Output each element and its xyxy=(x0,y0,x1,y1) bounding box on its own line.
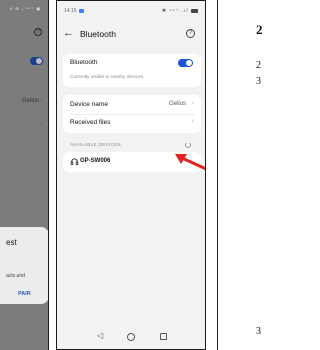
device-settings-card: Device name Gelius › Received files › xyxy=(63,95,201,133)
document-heading: 2 xyxy=(256,22,263,37)
column-divider xyxy=(217,0,218,350)
device-name-value: Gelius xyxy=(168,101,186,107)
nav-back-icon[interactable]: ◁ xyxy=(97,331,103,340)
document-line: 3 xyxy=(256,326,261,337)
available-device-name: GP-SW006 xyxy=(80,158,111,164)
left-status-bar: 0 ⊕ ᵻ ⁴⁶⁺ ▣ xyxy=(10,6,42,11)
bluetooth-label: Bluetooth xyxy=(70,59,98,66)
left-help-icon[interactable]: ? xyxy=(34,28,42,36)
status-bar: 14:15 ✱ ⁴⁶⁺ .ıl xyxy=(57,1,205,21)
device-name-label: Device name xyxy=(70,101,108,108)
pair-button[interactable]: PAIR xyxy=(18,291,31,297)
left-bluetooth-toggle[interactable] xyxy=(30,57,43,65)
row-divider xyxy=(70,114,194,115)
app-header: ← Bluetooth ? xyxy=(57,23,205,49)
left-chevron-right-icon: › xyxy=(40,121,43,128)
pair-dialog: est acts and PAIR xyxy=(0,227,48,304)
status-icons: ✱ ⁴⁶⁺ .ıl xyxy=(162,8,198,14)
received-files-label: Received files xyxy=(70,119,111,126)
red-arrow-annotation xyxy=(175,154,205,171)
bluetooth-toggle-card: Bluetooth Currently visible to nearby de… xyxy=(63,54,201,87)
nav-recents-icon[interactable] xyxy=(160,333,167,340)
nav-home-icon[interactable] xyxy=(127,333,135,341)
status-time: 14:15 xyxy=(64,8,84,14)
left-device-name-value: Gelius xyxy=(22,98,40,104)
scanning-spinner-icon xyxy=(185,142,191,148)
left-chevron-right-icon: › xyxy=(40,97,43,104)
chevron-right-icon: › xyxy=(191,118,194,125)
left-phone-screenshot: 0 ⊕ ᵻ ⁴⁶⁺ ▣ ? Gelius › › est acts and PA… xyxy=(0,0,49,350)
battery-icon xyxy=(191,8,198,13)
chevron-right-icon: › xyxy=(191,100,194,107)
available-devices-heading: AVAILABLE DEVICES xyxy=(70,143,121,148)
back-arrow-icon[interactable]: ← xyxy=(63,27,74,39)
bluetooth-settings-screen: 14:15 ✱ ⁴⁶⁺ .ıl ← Bluetooth ? Bluetooth … xyxy=(56,0,206,350)
bluetooth-toggle[interactable] xyxy=(178,59,193,67)
page-title: Bluetooth xyxy=(80,29,116,39)
document-line: 2 xyxy=(256,60,261,71)
system-nav-bar: ◁ xyxy=(57,325,205,349)
notification-icon xyxy=(78,8,84,13)
pair-dialog-body: acts and xyxy=(6,273,25,279)
help-icon[interactable]: ? xyxy=(186,29,195,38)
visibility-caption: Currently visible to nearby devices. xyxy=(70,75,145,80)
document-line: 3 xyxy=(256,76,261,87)
headset-icon xyxy=(70,158,79,166)
pair-dialog-title: est xyxy=(6,238,17,247)
